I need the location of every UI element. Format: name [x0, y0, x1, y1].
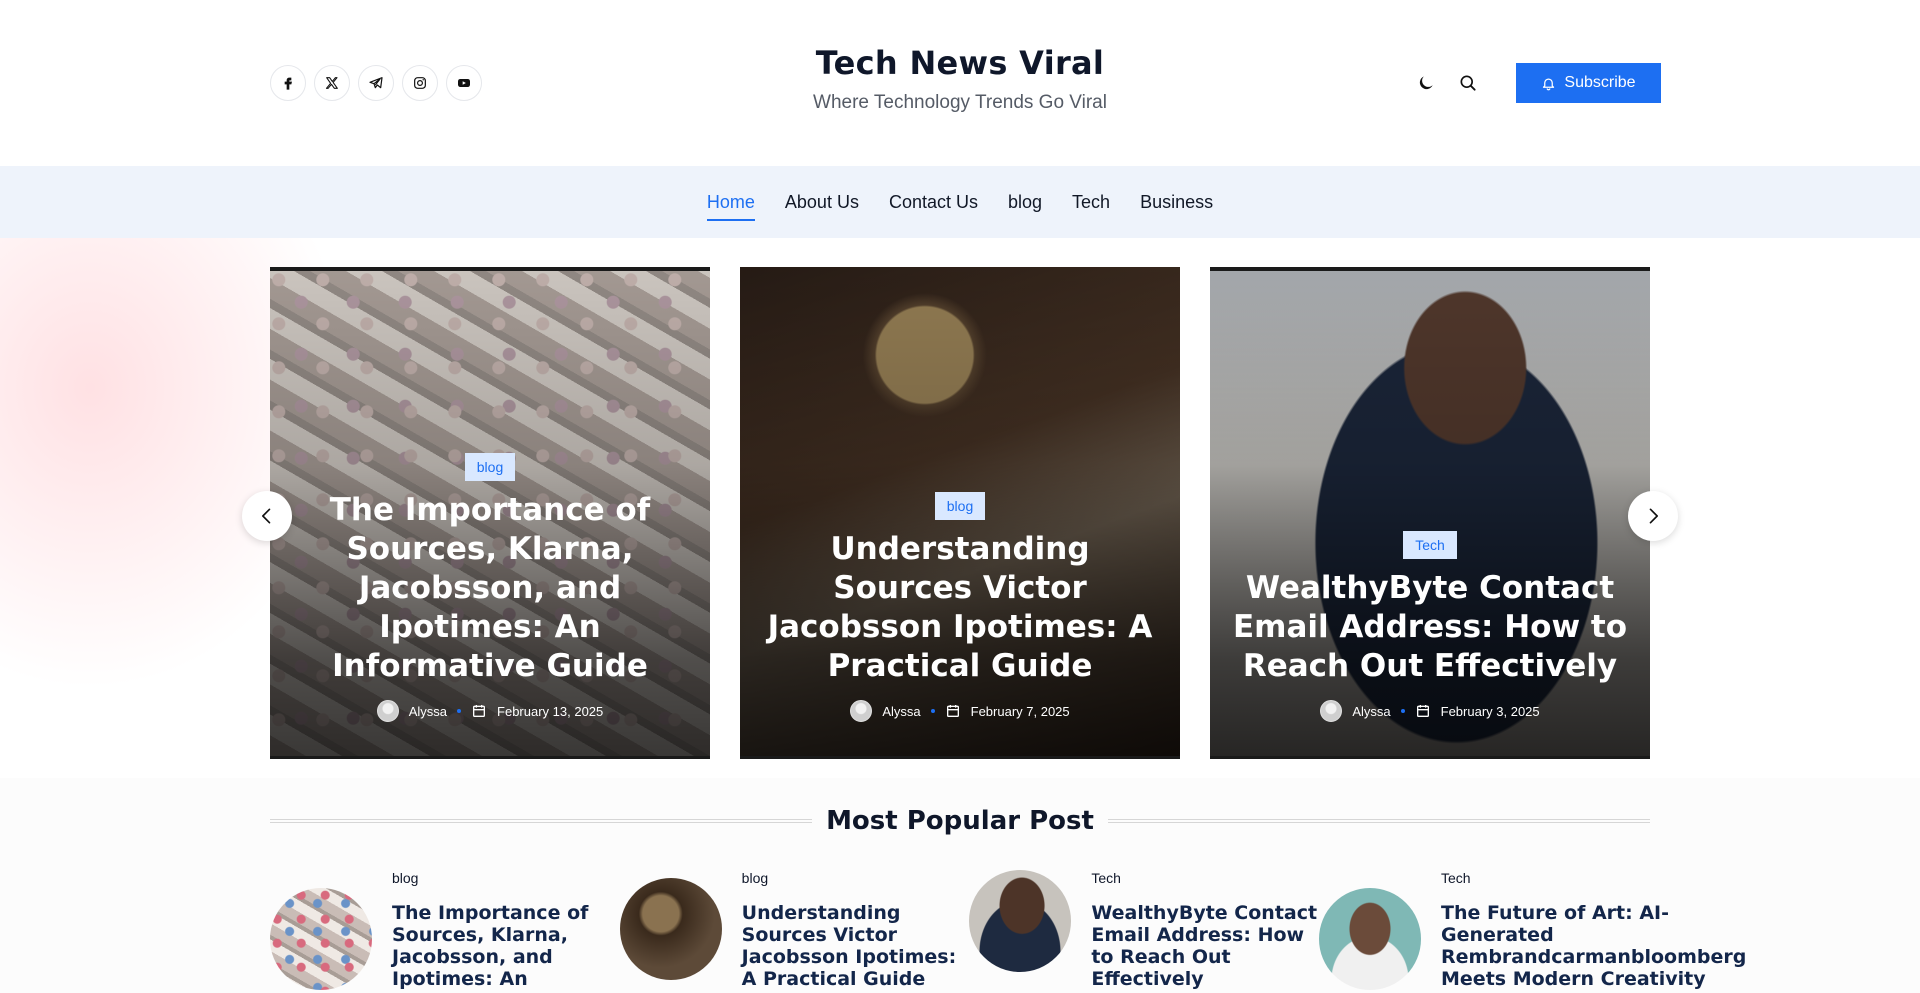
- popular-post[interactable]: blog Understanding Sources Victor Jacobs…: [619, 870, 970, 993]
- dark-mode-moon-icon[interactable]: [1412, 69, 1440, 97]
- slider-next-button[interactable]: [1628, 491, 1678, 541]
- post-date: February 3, 2025: [1440, 703, 1540, 719]
- subscribe-label: Subscribe: [1564, 74, 1636, 91]
- nav-home[interactable]: Home: [706, 188, 755, 221]
- slide-meta: Alyssa February 13, 2025: [290, 700, 690, 722]
- divider: [270, 819, 813, 823]
- section-header: Most Popular Post: [270, 806, 1651, 836]
- chevron-left-icon: [262, 508, 271, 524]
- post-title[interactable]: The Future of Art: AI-Generated Rembrand…: [1441, 902, 1746, 990]
- section-title: Most Popular Post: [826, 806, 1094, 836]
- divider: [1107, 819, 1651, 823]
- most-popular-section: Most Popular Post blog The Importance of…: [0, 778, 1920, 993]
- bell-icon: [1543, 78, 1555, 90]
- slide-title[interactable]: WealthyByte Contact Email Address: How t…: [1230, 569, 1630, 686]
- hero-slider: blog The Importance of Sources, Klarna, …: [0, 238, 1920, 778]
- slide-meta: Alyssa February 7, 2025: [760, 700, 1160, 722]
- avatar: [376, 700, 399, 722]
- slide-content: blog Understanding Sources Victor Jacobs…: [740, 492, 1180, 722]
- calendar-icon: [1415, 703, 1431, 719]
- slide-title[interactable]: The Importance of Sources, Klarna, Jacob…: [290, 491, 690, 686]
- post-title[interactable]: Understanding Sources Victor Jacobsson I…: [742, 902, 970, 990]
- post-title[interactable]: The Importance of Sources, Klarna, Jacob…: [392, 902, 620, 993]
- telegram-icon[interactable]: [358, 65, 394, 101]
- author-name[interactable]: Alyssa: [1352, 704, 1390, 719]
- post-category[interactable]: Tech: [1091, 870, 1319, 886]
- post-category[interactable]: blog: [392, 870, 620, 886]
- popular-post[interactable]: Tech WealthyByte Contact Email Address: …: [969, 870, 1319, 993]
- post-title[interactable]: WealthyByte Contact Email Address: How t…: [1091, 902, 1319, 990]
- calendar-icon: [945, 703, 961, 719]
- slide-meta: Alyssa February 3, 2025: [1230, 700, 1630, 722]
- calendar-icon: [471, 703, 487, 719]
- slide-title[interactable]: Understanding Sources Victor Jacobsson I…: [760, 530, 1160, 686]
- avatar: [1320, 700, 1343, 722]
- popular-list: blog The Importance of Sources, Klarna, …: [270, 870, 1746, 993]
- nav-tech[interactable]: Tech: [1072, 188, 1110, 217]
- post-category[interactable]: Tech: [1441, 870, 1746, 886]
- separator-dot: [457, 709, 462, 713]
- nav-blog[interactable]: blog: [1008, 188, 1042, 217]
- slide-content: Tech WealthyByte Contact Email Address: …: [1210, 531, 1650, 722]
- slide-card[interactable]: blog Understanding Sources Victor Jacobs…: [740, 267, 1180, 759]
- category-badge[interactable]: blog: [464, 453, 516, 481]
- brand: Tech News Viral Where Technology Trends …: [660, 44, 1260, 114]
- social-links: [270, 65, 482, 101]
- post-date: February 13, 2025: [497, 703, 604, 719]
- separator-dot: [1400, 709, 1405, 713]
- post-date: February 7, 2025: [970, 703, 1070, 719]
- popular-post[interactable]: blog The Importance of Sources, Klarna, …: [270, 870, 620, 993]
- chevron-right-icon: [1649, 508, 1658, 524]
- nav-business[interactable]: Business: [1140, 188, 1213, 217]
- post-category[interactable]: blog: [742, 870, 970, 886]
- slide-content: blog The Importance of Sources, Klarna, …: [270, 453, 710, 722]
- author-name[interactable]: Alyssa: [409, 704, 447, 719]
- facebook-icon[interactable]: [270, 65, 306, 101]
- slide-card[interactable]: blog The Importance of Sources, Klarna, …: [270, 267, 710, 759]
- site-title[interactable]: Tech News Viral: [660, 44, 1260, 82]
- avatar: [850, 700, 873, 722]
- youtube-icon[interactable]: [446, 65, 482, 101]
- search-icon[interactable]: [1454, 69, 1482, 97]
- instagram-icon[interactable]: [402, 65, 438, 101]
- author-name[interactable]: Alyssa: [882, 704, 920, 719]
- post-thumbnail[interactable]: [1319, 888, 1422, 990]
- header-tools: Subscribe: [1412, 63, 1661, 103]
- nav-contact-us[interactable]: Contact Us: [889, 188, 978, 217]
- subscribe-button[interactable]: Subscribe: [1516, 63, 1661, 103]
- category-badge[interactable]: blog: [934, 492, 986, 520]
- main-nav: Home About Us Contact Us blog Tech Busin…: [0, 166, 1920, 238]
- category-badge[interactable]: Tech: [1403, 531, 1457, 559]
- x-icon[interactable]: [314, 65, 350, 101]
- separator-dot: [930, 709, 935, 713]
- nav-about-us[interactable]: About Us: [785, 188, 859, 217]
- popular-post[interactable]: Tech The Future of Art: AI-Generated Rem…: [1319, 870, 1746, 993]
- post-thumbnail[interactable]: [270, 888, 372, 990]
- site-tagline: Where Technology Trends Go Viral: [813, 92, 1107, 113]
- site-header: Tech News Viral Where Technology Trends …: [0, 0, 1920, 166]
- post-thumbnail[interactable]: [619, 878, 722, 980]
- slide-card[interactable]: Tech WealthyByte Contact Email Address: …: [1210, 267, 1650, 759]
- slider-prev-button[interactable]: [242, 491, 292, 541]
- post-thumbnail[interactable]: [969, 870, 1072, 972]
